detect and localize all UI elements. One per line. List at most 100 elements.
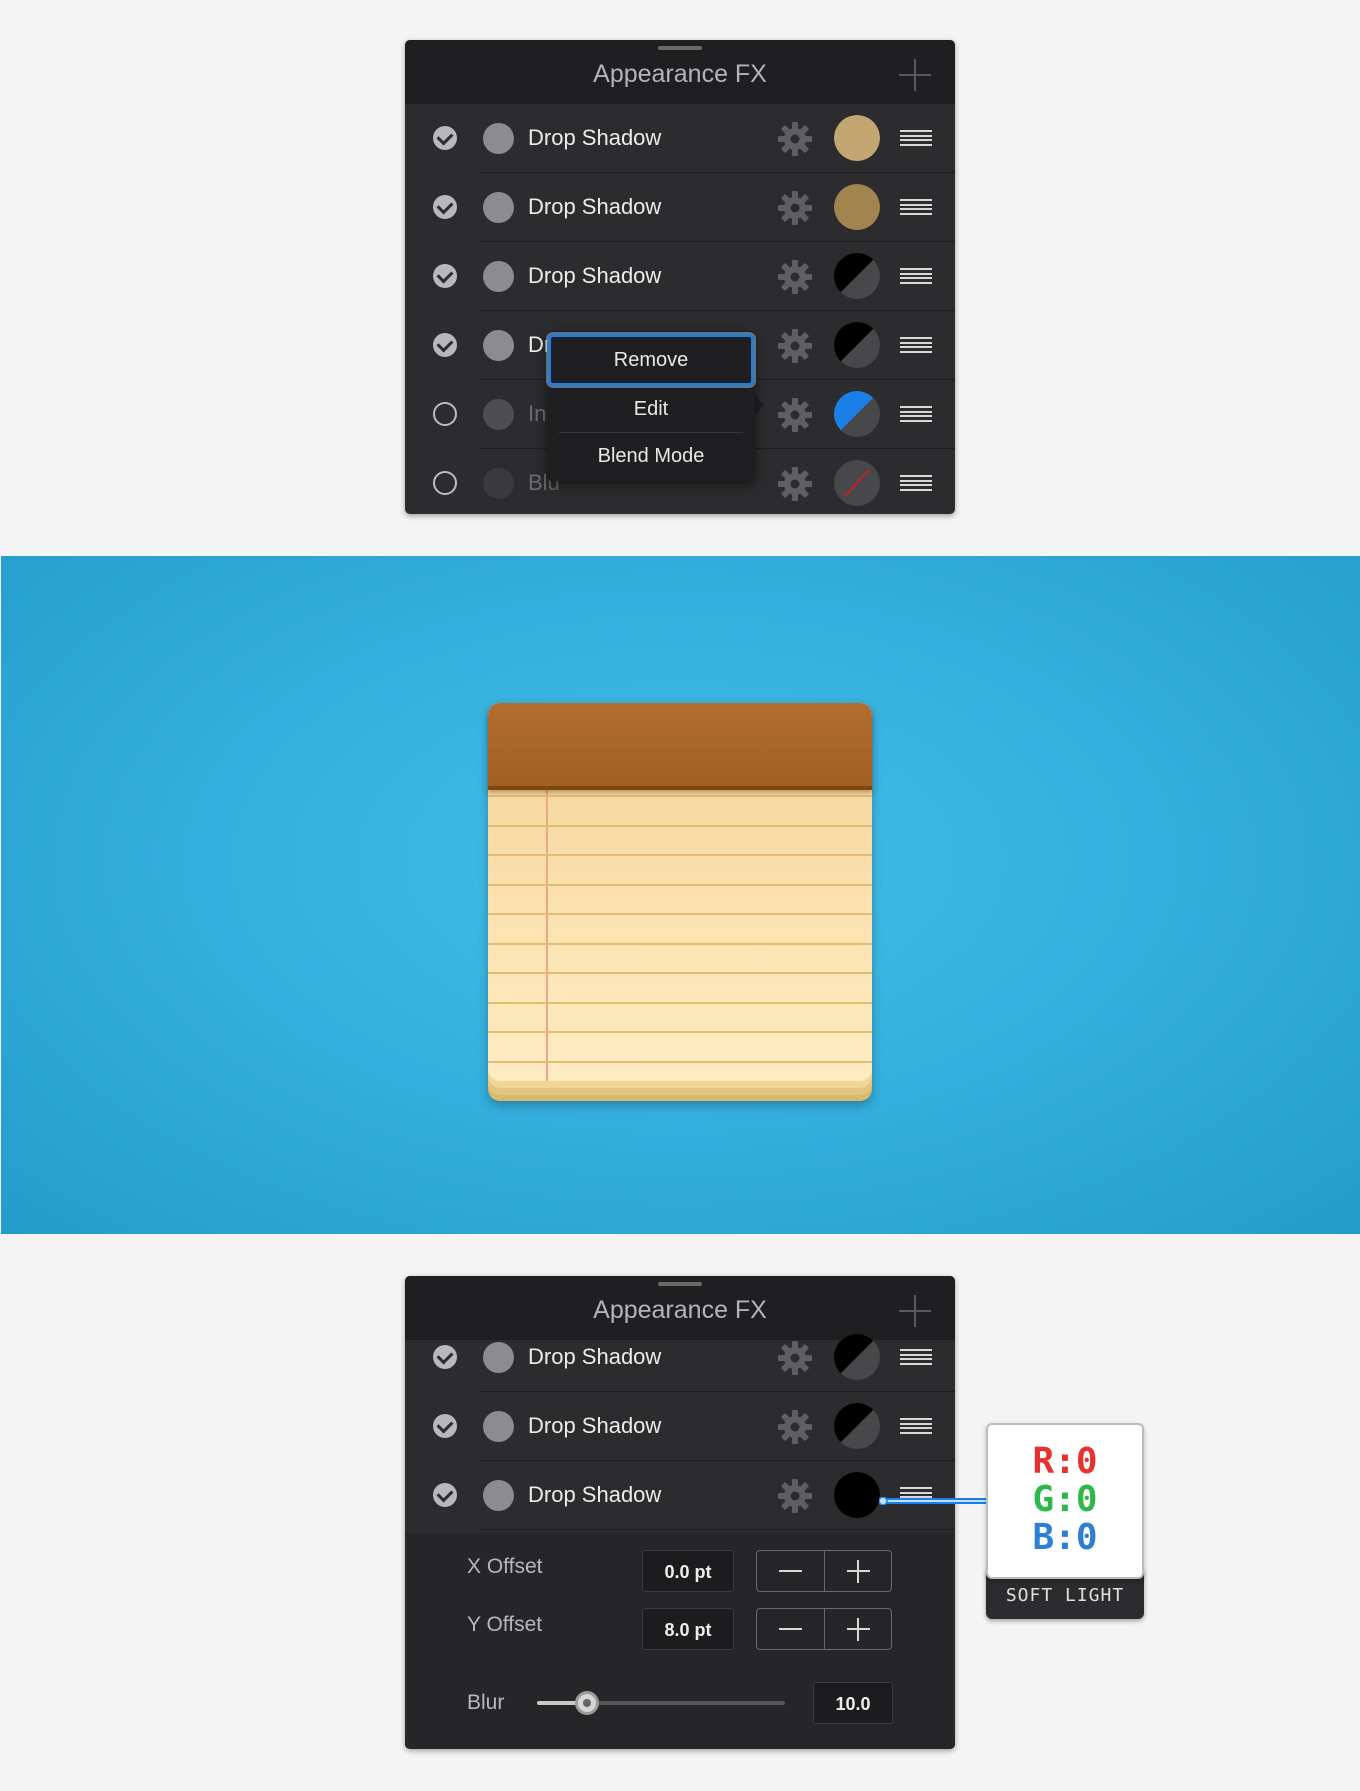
y-offset-label: Y Offset — [467, 1613, 543, 1636]
color-swatch[interactable] — [834, 391, 880, 437]
effect-row[interactable]: Drop Shadow — [405, 1323, 955, 1392]
blur-slider[interactable] — [537, 1691, 785, 1715]
effect-toggle-checkbox[interactable] — [433, 1345, 457, 1369]
color-swatch[interactable] — [834, 115, 880, 161]
effect-toggle-checkbox[interactable] — [433, 402, 457, 426]
drag-grip[interactable] — [658, 1282, 702, 1286]
blend-mode-menu-item[interactable]: Blend Mode — [547, 445, 755, 468]
x-offset-label: X Offset — [467, 1555, 543, 1578]
ruled-line — [488, 1001, 872, 1004]
visibility-dot[interactable] — [483, 468, 514, 499]
reorder-handle-icon[interactable] — [900, 268, 932, 284]
visibility-dot[interactable] — [483, 261, 514, 292]
notepad-illustration — [488, 703, 872, 1101]
effect-toggle-checkbox[interactable] — [433, 1414, 457, 1438]
color-swatch[interactable] — [834, 460, 880, 506]
effect-toggle-checkbox[interactable] — [433, 333, 457, 357]
ruled-line — [488, 795, 872, 797]
color-swatch[interactable] — [834, 322, 880, 368]
color-tooltip: SOFT LIGHT R:0 G:0 B:0 — [986, 1423, 1144, 1620]
ruled-line — [488, 972, 872, 974]
reorder-handle-icon[interactable] — [900, 1349, 932, 1365]
context-menu: Remove Edit Blend Mode — [547, 331, 755, 481]
color-swatch[interactable] — [834, 184, 880, 230]
blur-slider-thumb[interactable] — [574, 1691, 599, 1715]
effect-name: Drop Shadow — [528, 194, 662, 219]
ruled-line — [488, 854, 872, 856]
blue-value: B:0 — [1032, 1517, 1098, 1558]
visibility-dot[interactable] — [483, 1411, 514, 1442]
effect-toggle-checkbox[interactable] — [433, 264, 457, 288]
gear-icon[interactable] — [777, 121, 813, 157]
red-value: R:0 — [1032, 1441, 1098, 1482]
effect-row[interactable]: Drop Shadow — [405, 242, 955, 311]
effect-row[interactable]: Drop Shadow — [405, 1461, 955, 1530]
ruled-line — [488, 824, 872, 827]
add-effect-button[interactable] — [899, 59, 931, 91]
panel-header: Appearance FX — [405, 40, 955, 104]
green-value: G:0 — [1032, 1479, 1098, 1520]
color-swatch[interactable] — [834, 253, 880, 299]
margin-line — [546, 773, 548, 1081]
panel-title: Appearance FX — [593, 60, 767, 88]
ruled-line — [488, 883, 872, 886]
visibility-dot[interactable] — [483, 192, 514, 223]
x-offset-increment-button[interactable] — [825, 1551, 891, 1591]
gear-icon[interactable] — [777, 1340, 813, 1376]
gear-icon[interactable] — [777, 328, 813, 364]
ruled-line — [488, 1060, 872, 1063]
shadow-settings: X Offset 0.0 pt Y Offset 8.0 pt Blur 10.… — [405, 1533, 955, 1749]
visibility-dot[interactable] — [483, 399, 514, 430]
visibility-dot[interactable] — [483, 123, 514, 154]
effect-toggle-checkbox[interactable] — [433, 126, 457, 150]
gear-icon[interactable] — [777, 259, 813, 295]
reorder-handle-icon[interactable] — [900, 475, 932, 491]
effect-name: Drop Shadow — [528, 1344, 662, 1369]
effect-toggle-checkbox[interactable] — [433, 471, 457, 495]
effect-row[interactable]: Drop Shadow — [405, 173, 955, 242]
edit-menu-item[interactable]: Edit — [547, 398, 755, 421]
appearance-fx-panel-bottom: Appearance FX Drop Shadow Drop Shadow Drop… — [405, 1276, 955, 1749]
ruled-line — [488, 913, 872, 915]
gear-icon[interactable] — [777, 397, 813, 433]
effects-list: Drop Shadow Drop Shadow Drop Shadow — [405, 1323, 955, 1530]
effect-toggle-checkbox[interactable] — [433, 1483, 457, 1507]
drag-grip[interactable] — [658, 46, 702, 50]
x-offset-field[interactable]: 0.0 pt — [642, 1550, 734, 1592]
visibility-dot[interactable] — [483, 330, 514, 361]
effect-name: Drop Shadow — [528, 1482, 662, 1507]
effect-name: Drop Shadow — [528, 125, 662, 150]
reorder-handle-icon[interactable] — [900, 199, 932, 215]
reorder-handle-icon[interactable] — [900, 406, 932, 422]
y-offset-field[interactable]: 8.0 pt — [642, 1608, 734, 1650]
effect-toggle-checkbox[interactable] — [433, 195, 457, 219]
remove-label: Remove — [613, 349, 689, 371]
effect-row[interactable]: Drop Shadow — [405, 104, 955, 173]
reorder-handle-icon[interactable] — [900, 130, 932, 146]
x-offset-decrement-button[interactable] — [757, 1551, 825, 1591]
remove-menu-item[interactable]: Remove — [549, 335, 753, 385]
menu-divider — [559, 432, 743, 433]
swatch-connector — [879, 1497, 987, 1505]
visibility-dot[interactable] — [483, 1342, 514, 1373]
color-swatch[interactable] — [834, 1403, 880, 1449]
rgb-card: R:0 G:0 B:0 — [986, 1423, 1144, 1579]
gear-icon[interactable] — [777, 1409, 813, 1445]
gear-icon[interactable] — [777, 190, 813, 226]
x-offset-stepper — [756, 1550, 892, 1592]
reorder-handle-icon[interactable] — [900, 337, 932, 353]
visibility-dot[interactable] — [483, 1480, 514, 1511]
effect-name: In — [528, 401, 547, 426]
y-offset-decrement-button[interactable] — [757, 1609, 825, 1649]
blur-label: Blur — [467, 1691, 505, 1714]
gear-icon[interactable] — [777, 466, 813, 502]
effect-name: Drop Shadow — [528, 263, 662, 288]
ruled-line — [488, 1031, 872, 1033]
effect-row[interactable]: Drop Shadow — [405, 1392, 955, 1461]
y-offset-increment-button[interactable] — [825, 1609, 891, 1649]
blur-field[interactable]: 10.0 — [813, 1682, 893, 1724]
color-swatch[interactable] — [834, 1334, 880, 1380]
gear-icon[interactable] — [777, 1478, 813, 1514]
color-swatch[interactable] — [834, 1472, 880, 1518]
reorder-handle-icon[interactable] — [900, 1418, 932, 1434]
